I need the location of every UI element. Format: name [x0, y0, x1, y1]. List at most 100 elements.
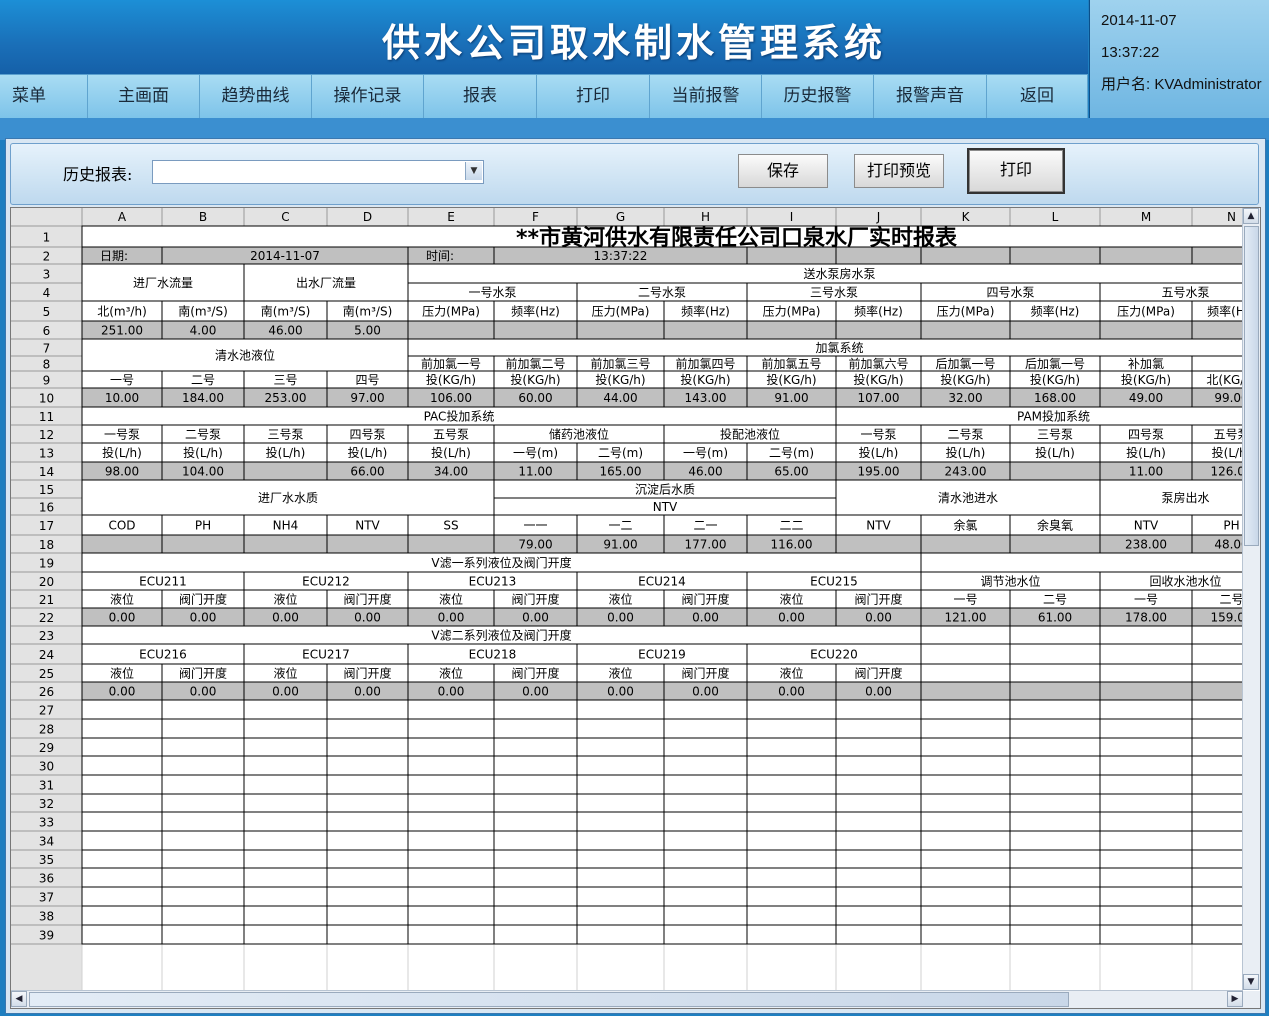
save-button[interactable]: 保存 [738, 154, 828, 188]
cell-J6[interactable] [835, 320, 922, 340]
cell-M26[interactable] [1099, 681, 1193, 701]
scroll-up-arrow-icon[interactable]: ▲ [1243, 208, 1259, 224]
cell-I2[interactable] [746, 246, 837, 265]
row-header-27[interactable]: 27 [39, 704, 54, 718]
menu-item-8[interactable]: 报警声音 [874, 75, 987, 119]
vertical-scrollbar[interactable]: ▲ ▼ [1242, 208, 1260, 990]
row-header-2[interactable]: 2 [43, 250, 51, 264]
row-header-4[interactable]: 4 [43, 286, 51, 300]
row-header-38[interactable]: 38 [39, 910, 54, 924]
column-header-A[interactable]: A [118, 210, 127, 224]
scroll-down-arrow-icon[interactable]: ▼ [1243, 974, 1259, 990]
row-header-19[interactable]: 19 [39, 557, 54, 571]
row-header-36[interactable]: 36 [39, 872, 54, 886]
vertical-scroll-thumb[interactable] [1244, 226, 1259, 546]
column-header-K[interactable]: K [962, 210, 971, 224]
cell-C18[interactable] [243, 534, 328, 554]
row-header-21[interactable]: 21 [39, 593, 54, 607]
cell-M2[interactable] [1099, 246, 1193, 265]
column-header-L[interactable]: L [1052, 210, 1059, 224]
cell-E6[interactable] [407, 320, 495, 340]
cell-C14[interactable] [243, 461, 328, 481]
row-header-33[interactable]: 33 [39, 816, 54, 830]
print-button[interactable]: 打印 [967, 148, 1065, 194]
menu-item-4[interactable]: 报表 [424, 75, 537, 119]
column-header-D[interactable]: D [363, 210, 372, 224]
cell-L18[interactable] [1009, 534, 1101, 554]
row-header-8[interactable]: 8 [43, 358, 51, 372]
cell-N6[interactable] [1191, 320, 1260, 340]
menu-item-6[interactable]: 当前报警 [650, 75, 762, 119]
cell-F6[interactable] [493, 320, 578, 340]
column-header-H[interactable]: H [701, 210, 710, 224]
row-header-13[interactable]: 13 [39, 447, 54, 461]
cell-N26[interactable] [1191, 681, 1260, 701]
cell-K26[interactable] [920, 681, 1011, 701]
print-preview-button[interactable]: 打印预览 [854, 154, 944, 188]
report-spreadsheet[interactable]: A B C D E F G H I J K L M N 1 2 3 4 5 6 7 8 9 10 11 12 13 14 15 16 17 1… [10, 207, 1261, 1009]
menu-item-2[interactable]: 趋势曲线 [200, 75, 312, 119]
row-header-12[interactable]: 12 [39, 428, 54, 442]
cell-K19[interactable] [920, 552, 1260, 573]
row-header-14[interactable]: 14 [39, 465, 54, 479]
column-header-M[interactable]: M [1141, 210, 1151, 224]
cell-L2[interactable] [1009, 246, 1101, 265]
cell-A18[interactable] [81, 534, 163, 554]
row-header-31[interactable]: 31 [39, 779, 54, 793]
row-header-16[interactable]: 16 [39, 501, 54, 515]
row-header-15[interactable]: 15 [39, 483, 54, 497]
cell-N2[interactable] [1191, 246, 1260, 265]
menu-item-3[interactable]: 操作记录 [312, 75, 424, 119]
cell-K2[interactable] [920, 246, 1011, 265]
column-header-C[interactable]: C [281, 210, 289, 224]
cell-E18[interactable] [407, 534, 495, 554]
menu-item-7[interactable]: 历史报警 [762, 75, 874, 119]
row-header-5[interactable]: 5 [43, 305, 51, 319]
row-header-37[interactable]: 37 [39, 891, 54, 905]
column-header-N[interactable]: N [1227, 210, 1236, 224]
scroll-left-arrow-icon[interactable]: ◀ [11, 991, 27, 1007]
cell-I6[interactable] [746, 320, 837, 340]
menu-item-0[interactable]: 菜单 [0, 75, 88, 119]
row-header-10[interactable]: 10 [39, 392, 54, 406]
row-header-32[interactable]: 32 [39, 797, 54, 811]
column-header-I[interactable]: I [790, 210, 794, 224]
cell-K18[interactable] [920, 534, 1011, 554]
chevron-down-icon[interactable]: ▼ [465, 162, 482, 180]
row-header-39[interactable]: 39 [39, 929, 54, 943]
row-header-17[interactable]: 17 [39, 519, 54, 533]
menu-item-9[interactable]: 返回 [987, 75, 1088, 119]
row-header-22[interactable]: 22 [39, 611, 54, 625]
row-header-28[interactable]: 28 [39, 723, 54, 737]
row-header-11[interactable]: 11 [39, 410, 54, 424]
menu-item-5[interactable]: 打印 [537, 75, 650, 119]
column-header-G[interactable]: G [616, 210, 625, 224]
row-header-6[interactable]: 6 [43, 324, 51, 338]
row-header-25[interactable]: 25 [39, 667, 54, 681]
row-header-34[interactable]: 34 [39, 835, 54, 849]
row-header-30[interactable]: 30 [39, 760, 54, 774]
row-header-24[interactable]: 24 [39, 648, 54, 662]
column-header-E[interactable]: E [447, 210, 455, 224]
row-header-20[interactable]: 20 [39, 575, 54, 589]
row-header-7[interactable]: 7 [43, 342, 51, 356]
row-header-26[interactable]: 26 [39, 685, 54, 699]
history-report-select[interactable]: ▼ [152, 160, 484, 184]
cell-M6[interactable] [1099, 320, 1193, 340]
cell-B18[interactable] [161, 534, 245, 554]
cell-J2[interactable] [835, 246, 922, 265]
row-header-18[interactable]: 18 [39, 538, 54, 552]
cell-N8[interactable] [1191, 355, 1260, 372]
horizontal-scrollbar[interactable]: ◀ ▶ [11, 990, 1243, 1008]
column-header-F[interactable]: F [532, 210, 539, 224]
horizontal-scroll-thumb[interactable] [29, 992, 1069, 1007]
row-header-9[interactable]: 9 [43, 374, 51, 388]
row-header-29[interactable]: 29 [39, 741, 54, 755]
row-header-3[interactable]: 3 [43, 268, 51, 282]
cell-J18[interactable] [835, 534, 922, 554]
cell-L26[interactable] [1009, 681, 1101, 701]
scroll-right-arrow-icon[interactable]: ▶ [1227, 991, 1243, 1007]
column-header-B[interactable]: B [199, 210, 207, 224]
column-header-J[interactable]: J [876, 210, 881, 224]
row-header-35[interactable]: 35 [39, 853, 54, 867]
